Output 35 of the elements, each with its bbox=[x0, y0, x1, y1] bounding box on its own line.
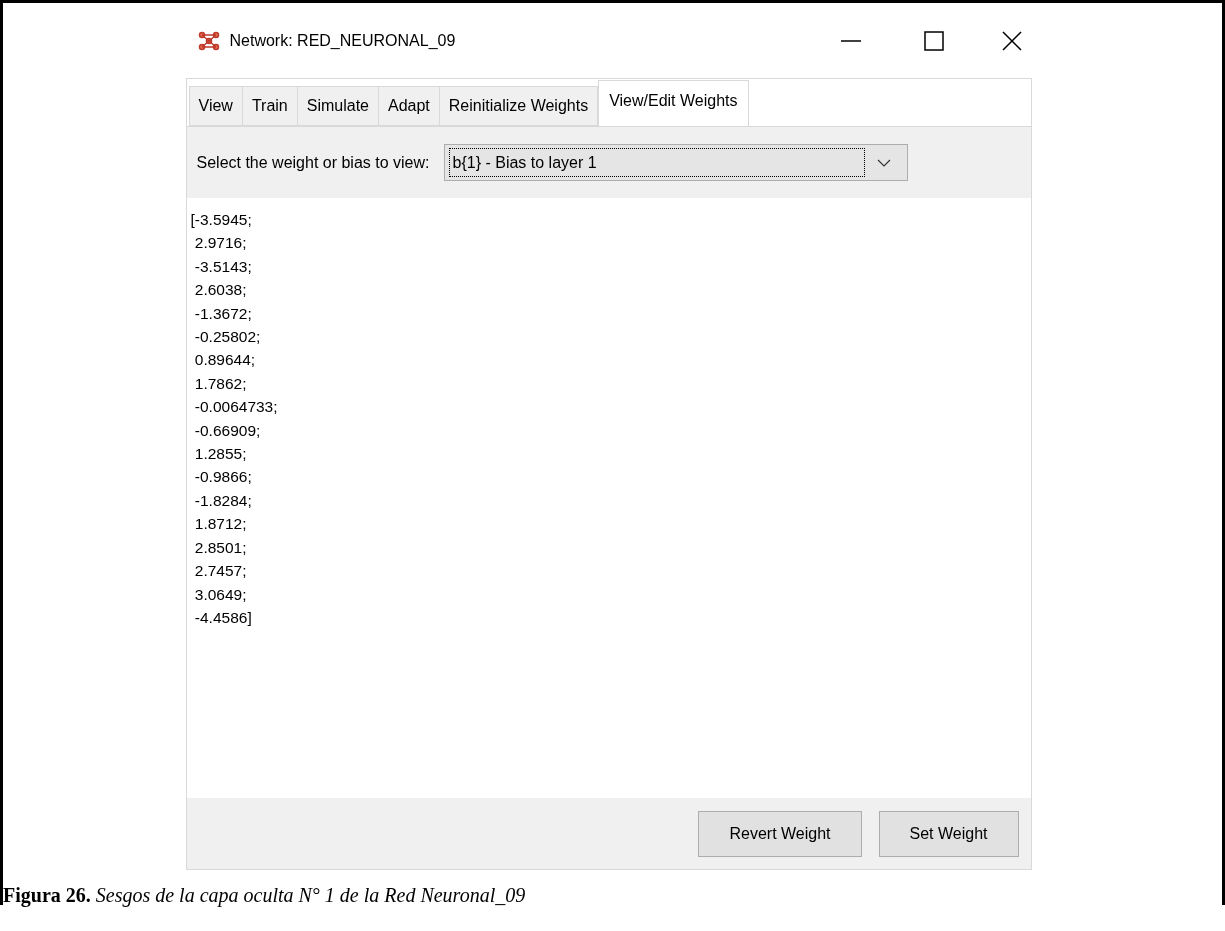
weight-value: -0.66909; bbox=[193, 420, 261, 441]
weight-value: 1.7862; bbox=[193, 373, 247, 394]
weight-value: [-3.5945; bbox=[190, 210, 252, 230]
weight-value: 3.0649; bbox=[193, 584, 247, 605]
weights-text-area[interactable]: [-3.5945; 2.9716; -3.5143; 2.6038; -1.3672; -0.25802; 0.89644; 1.7862; -0.0064733; -0.66909; 1.2855; -0.9866; -1.8284; 1.8712; 2.8501; 2.7457; 3.0649; -4.4586] bbox=[186, 198, 1031, 798]
tab[interactable]: Reinitialize Weights bbox=[439, 86, 599, 126]
weight-value: -1.3672; bbox=[193, 303, 252, 324]
tab[interactable]: Train bbox=[242, 86, 298, 126]
weight-value: -0.25802; bbox=[193, 327, 261, 348]
select-label: Select the weight or bias to view: bbox=[196, 152, 430, 173]
maximize-icon[interactable] bbox=[923, 30, 944, 51]
weight-value: -4.4586] bbox=[193, 607, 252, 628]
tab[interactable]: View/Edit Weights bbox=[598, 80, 749, 126]
weight-dropdown[interactable]: b{1} - Bias to layer 1 bbox=[443, 144, 908, 181]
weight-value: -0.0064733; bbox=[193, 397, 278, 418]
chevron-icon bbox=[876, 158, 891, 167]
weight-value: 1.8712; bbox=[193, 514, 247, 535]
network-icon bbox=[197, 30, 220, 51]
figure-caption: Figura 26. Sesgos de la capa oculta N° 1 de la Red Neuronal_09 bbox=[3, 884, 526, 906]
window-title: Network: RED_NEURONAL_09 bbox=[229, 30, 456, 51]
action-button[interactable]: Set Weight bbox=[878, 810, 1019, 857]
tab[interactable]: Simulate bbox=[297, 86, 379, 126]
weight-value: -0.9866; bbox=[193, 467, 252, 488]
weight-value: 2.6038; bbox=[193, 280, 247, 301]
close-icon[interactable] bbox=[1001, 30, 1022, 51]
tab[interactable]: Adapt bbox=[379, 86, 440, 126]
weight-value: 0.89644; bbox=[193, 350, 256, 371]
weight-value: 2.7457; bbox=[193, 561, 247, 582]
weight-value: 1.2855; bbox=[193, 444, 247, 465]
action-button[interactable]: Revert Weight bbox=[698, 810, 862, 857]
weight-value: -1.8284; bbox=[193, 490, 252, 511]
tab[interactable]: View bbox=[188, 86, 243, 126]
weight-value: 2.9716; bbox=[193, 233, 247, 254]
weight-value: -3.5143; bbox=[193, 256, 252, 277]
weight-value: 2.8501; bbox=[193, 537, 247, 558]
